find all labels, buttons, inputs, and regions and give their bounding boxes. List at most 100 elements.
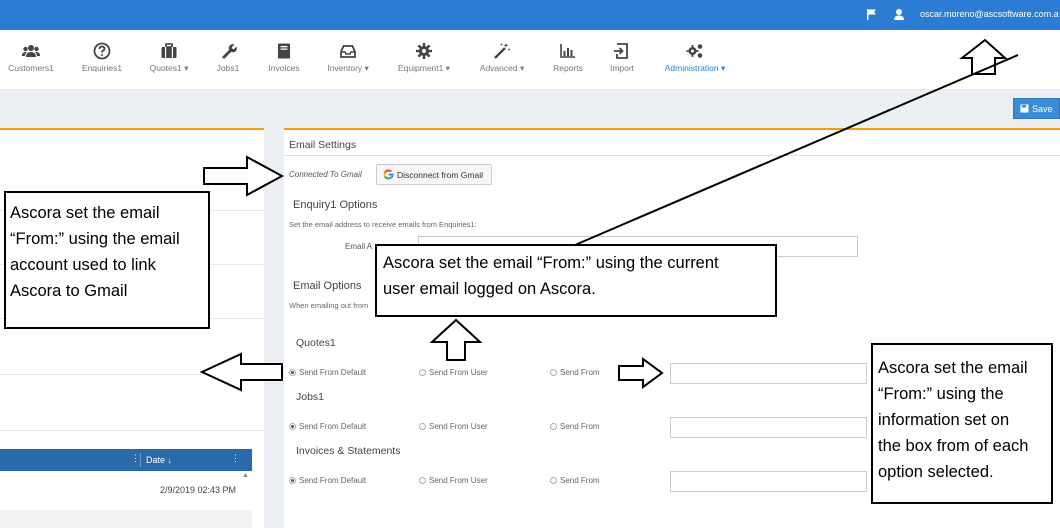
magic-wand-icon xyxy=(494,43,510,59)
radio-dot xyxy=(419,423,426,430)
disconnect-gmail-button[interactable]: Disconnect from Gmail xyxy=(376,164,492,185)
nav-label: Invoices xyxy=(268,63,300,73)
send-from-input[interactable] xyxy=(670,417,867,438)
nav-advanced[interactable]: Advanced ▾ xyxy=(474,30,530,89)
radio-label: Send From User xyxy=(429,476,488,485)
radio-send-from[interactable]: Send From xyxy=(550,476,600,485)
radio-send-from-default[interactable]: Send From Default xyxy=(289,368,366,377)
radio-dot xyxy=(419,369,426,376)
radio-send-from-default[interactable]: Send From Default xyxy=(289,476,366,485)
nav-label: Administration ▾ xyxy=(664,63,726,73)
callout-box-from: Ascora set the email “From:” using the i… xyxy=(871,343,1053,504)
email-address-label: Email A xyxy=(345,242,373,251)
connected-status: Connected To Gmail xyxy=(289,170,362,179)
date-column-header[interactable]: Date ↓ xyxy=(146,455,172,465)
radio-label: Send From Default xyxy=(299,476,367,485)
gear-icon xyxy=(416,43,432,59)
main-nav: Customers1 Enquiries1 Quotes1 ▾ Jobs1 In… xyxy=(0,30,1060,90)
top-bar: oscar.moreno@ascsoftware.com.a xyxy=(0,0,1060,30)
callout-line: user email logged on Ascora. xyxy=(383,280,596,298)
radio-send-from[interactable]: Send From xyxy=(550,368,600,377)
save-label: Save xyxy=(1032,103,1053,114)
gears-icon xyxy=(686,44,703,58)
table-cell-date: 2/9/2019 02:43 PM xyxy=(160,485,237,495)
nav-label: Customers1 xyxy=(8,63,54,73)
enquiry-description: Set the email address to receive emails … xyxy=(289,220,477,229)
radio-dot xyxy=(550,423,557,430)
email-settings-title: Email Settings xyxy=(289,139,357,151)
book-icon xyxy=(278,43,290,59)
nav-jobs[interactable]: Jobs1 xyxy=(210,30,246,89)
save-button[interactable]: Save xyxy=(1013,98,1060,119)
disconnect-label: Disconnect from Gmail xyxy=(397,169,483,180)
column-menu-icon[interactable]: ⋮ xyxy=(231,453,240,464)
radio-send-from-user[interactable]: Send From User xyxy=(419,476,488,485)
radio-send-from-user[interactable]: Send From User xyxy=(419,368,488,377)
nav-label: Import xyxy=(609,63,635,73)
radio-dot xyxy=(289,369,296,376)
radio-label: Send From xyxy=(560,368,600,377)
send-from-input[interactable] xyxy=(670,471,867,492)
nav-invoices[interactable]: Invoices xyxy=(264,30,304,89)
radio-label: Send From Default xyxy=(299,368,367,377)
grid-header: ⋮ Date ↓ ⋮ xyxy=(0,449,252,471)
question-icon xyxy=(93,42,111,60)
nav-label: Enquiries1 xyxy=(81,63,123,73)
nav-administration[interactable]: Administration ▾ xyxy=(660,30,730,89)
radio-label: Send From xyxy=(560,422,600,431)
radio-send-from-user[interactable]: Send From User xyxy=(419,422,488,431)
callout-line: Ascora set the email “From:” using the c… xyxy=(383,254,719,272)
nav-quotes[interactable]: Quotes1 ▾ xyxy=(146,30,192,89)
nav-enquiries[interactable]: Enquiries1 xyxy=(80,30,124,89)
google-icon xyxy=(383,169,394,180)
radio-dot xyxy=(289,477,296,484)
radio-send-from-default[interactable]: Send From Default xyxy=(289,422,366,431)
scroll-up-icon[interactable]: ▲ xyxy=(242,472,250,482)
users-icon xyxy=(22,45,40,57)
nav-label: Advanced ▾ xyxy=(479,63,525,73)
section-title-jobs: Jobs1 xyxy=(296,391,325,403)
email-options-description: When emailing out from xyxy=(289,301,369,310)
callout-gmail: Ascora set the email “From:” using the e… xyxy=(4,191,210,329)
nav-label: Quotes1 ▾ xyxy=(149,63,189,73)
nav-label: Inventory ▾ xyxy=(327,63,369,73)
user-email[interactable]: oscar.moreno@ascsoftware.com.a xyxy=(920,9,1059,19)
nav-customers[interactable]: Customers1 xyxy=(6,30,56,89)
callout-line: Ascora to Gmail xyxy=(10,282,128,300)
import-icon xyxy=(614,43,628,59)
column-menu-icon[interactable]: ⋮ xyxy=(131,453,140,464)
radio-send-from[interactable]: Send From xyxy=(550,422,600,431)
callout-line: Ascora set the email xyxy=(878,359,1028,377)
nav-reports[interactable]: Reports xyxy=(548,30,588,89)
radio-label: Send From User xyxy=(429,368,488,377)
flag-icon[interactable] xyxy=(866,8,878,21)
radio-dot xyxy=(289,423,296,430)
wrench-icon xyxy=(222,44,237,59)
divider xyxy=(0,374,264,375)
callout-line: Ascora set the email xyxy=(10,204,160,222)
inbox-icon xyxy=(340,45,356,58)
callout-current-user: Ascora set the email “From:” using the c… xyxy=(375,244,777,317)
radio-dot xyxy=(550,477,557,484)
send-from-input[interactable] xyxy=(670,363,867,384)
nav-import[interactable]: Import xyxy=(604,30,640,89)
callout-line: information set on xyxy=(878,411,1010,429)
radio-label: Send From xyxy=(560,476,600,485)
date-header-label: Date xyxy=(146,455,166,465)
callout-line: the box from of each xyxy=(878,437,1029,455)
nav-label: Equipment1 ▾ xyxy=(398,63,450,73)
sort-icon: ↓ xyxy=(167,455,173,465)
section-title-invoices: Invoices & Statements xyxy=(296,445,401,457)
user-icon[interactable] xyxy=(893,8,905,21)
toolbar xyxy=(0,90,1060,128)
table-row[interactable] xyxy=(0,510,252,528)
panel-gap xyxy=(264,128,284,528)
nav-label: Reports xyxy=(553,63,583,73)
radio-dot xyxy=(419,477,426,484)
nav-inventory[interactable]: Inventory ▾ xyxy=(322,30,374,89)
column-separator xyxy=(140,453,141,467)
callout-line: option selected. xyxy=(878,463,994,481)
radio-label: Send From User xyxy=(429,422,488,431)
nav-equipment[interactable]: Equipment1 ▾ xyxy=(392,30,456,89)
bar-chart-icon xyxy=(560,44,575,58)
